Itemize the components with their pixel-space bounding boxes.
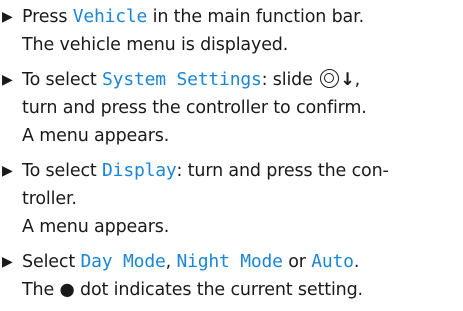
day-mode-term: Day Mode xyxy=(80,251,166,272)
step-2-line-3: A menu appears. xyxy=(22,126,170,146)
step-bullet-icon: ▶ xyxy=(2,254,13,270)
step-4-line-2: The ● dot indicates the current setting. xyxy=(22,280,363,300)
step-bullet-icon: ▶ xyxy=(2,163,13,179)
step-4: ▶ Select Day Mode, Night Mode or Auto. T… xyxy=(0,248,463,304)
vehicle-menu-term: Vehicle xyxy=(72,6,148,27)
step-3-line-3: A menu appears. xyxy=(22,217,170,237)
step-3-line-2: troller. xyxy=(22,189,77,209)
instruction-list: ▶ Press Vehicle in the main function bar… xyxy=(0,3,463,304)
step-2-line-2: turn and press the controller to confirm… xyxy=(22,98,367,118)
auto-term: Auto xyxy=(311,251,354,272)
step-1-line-2: The vehicle menu is displayed. xyxy=(22,35,289,55)
step-1-line-1: Press Vehicle in the main function bar. xyxy=(22,6,364,27)
controller-icon xyxy=(320,69,340,88)
system-settings-term: System Settings xyxy=(102,69,262,90)
step-3-line-1: To select Display: turn and press the co… xyxy=(22,160,389,181)
step-1: ▶ Press Vehicle in the main function bar… xyxy=(0,3,463,59)
night-mode-term: Night Mode xyxy=(176,251,283,272)
step-4-line-1: Select Day Mode, Night Mode or Auto. xyxy=(22,251,360,272)
slide-down-arrow-icon: ↓ xyxy=(340,70,355,90)
display-term: Display xyxy=(102,160,177,181)
step-2: ▶ To select System Settings: slide ↓, tu… xyxy=(0,66,463,150)
step-2-line-1: To select System Settings: slide ↓, xyxy=(22,66,463,94)
step-3: ▶ To select Display: turn and press the … xyxy=(0,157,463,241)
step-bullet-icon: ▶ xyxy=(2,72,13,88)
step-bullet-icon: ▶ xyxy=(2,9,13,25)
